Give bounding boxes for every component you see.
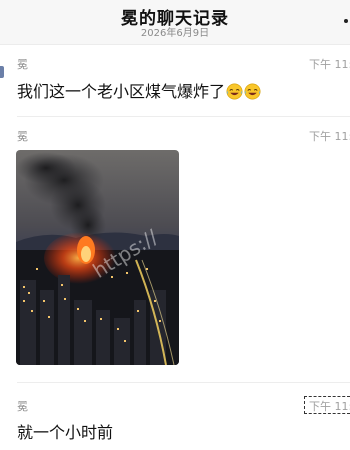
message-sender: 冕: [17, 58, 28, 71]
message-sender: 冕: [17, 400, 28, 413]
message-item: 冕 下午 11: 我们这一个老小区煤气爆炸了: [0, 44, 350, 118]
message-text: 就一个小时前: [17, 423, 114, 442]
message-divider: [17, 382, 350, 383]
avatar[interactable]: [0, 66, 4, 78]
more-dots-icon[interactable]: [342, 10, 350, 30]
message-time: 下午 11:: [309, 130, 350, 143]
message-time: 下午 11:: [309, 58, 350, 71]
header-date: 2026年6月9日: [140, 28, 210, 39]
message-photo[interactable]: https://: [16, 150, 179, 365]
city-night-fire-photo: https://: [16, 150, 179, 365]
message-item: 冕 下午 11: 就一个小时前: [0, 384, 350, 450]
message-text-content: 我们这一个老小区煤气爆炸了: [17, 82, 226, 101]
message-text: 我们这一个老小区煤气爆炸了: [17, 78, 261, 102]
selection-box: [304, 396, 350, 414]
message-divider: [17, 116, 350, 117]
message-sender: 冕: [17, 130, 28, 143]
laughing-tears-emoji-icon: [226, 83, 243, 100]
chat-history-page: 冕的聊天记录 2026年6月9日 冕 下午 11: 我们这一个老小区煤气爆炸了: [0, 0, 350, 450]
header-bar: 冕的聊天记录 2026年6月9日: [0, 0, 350, 45]
laughing-tears-emoji-icon: [244, 83, 261, 100]
